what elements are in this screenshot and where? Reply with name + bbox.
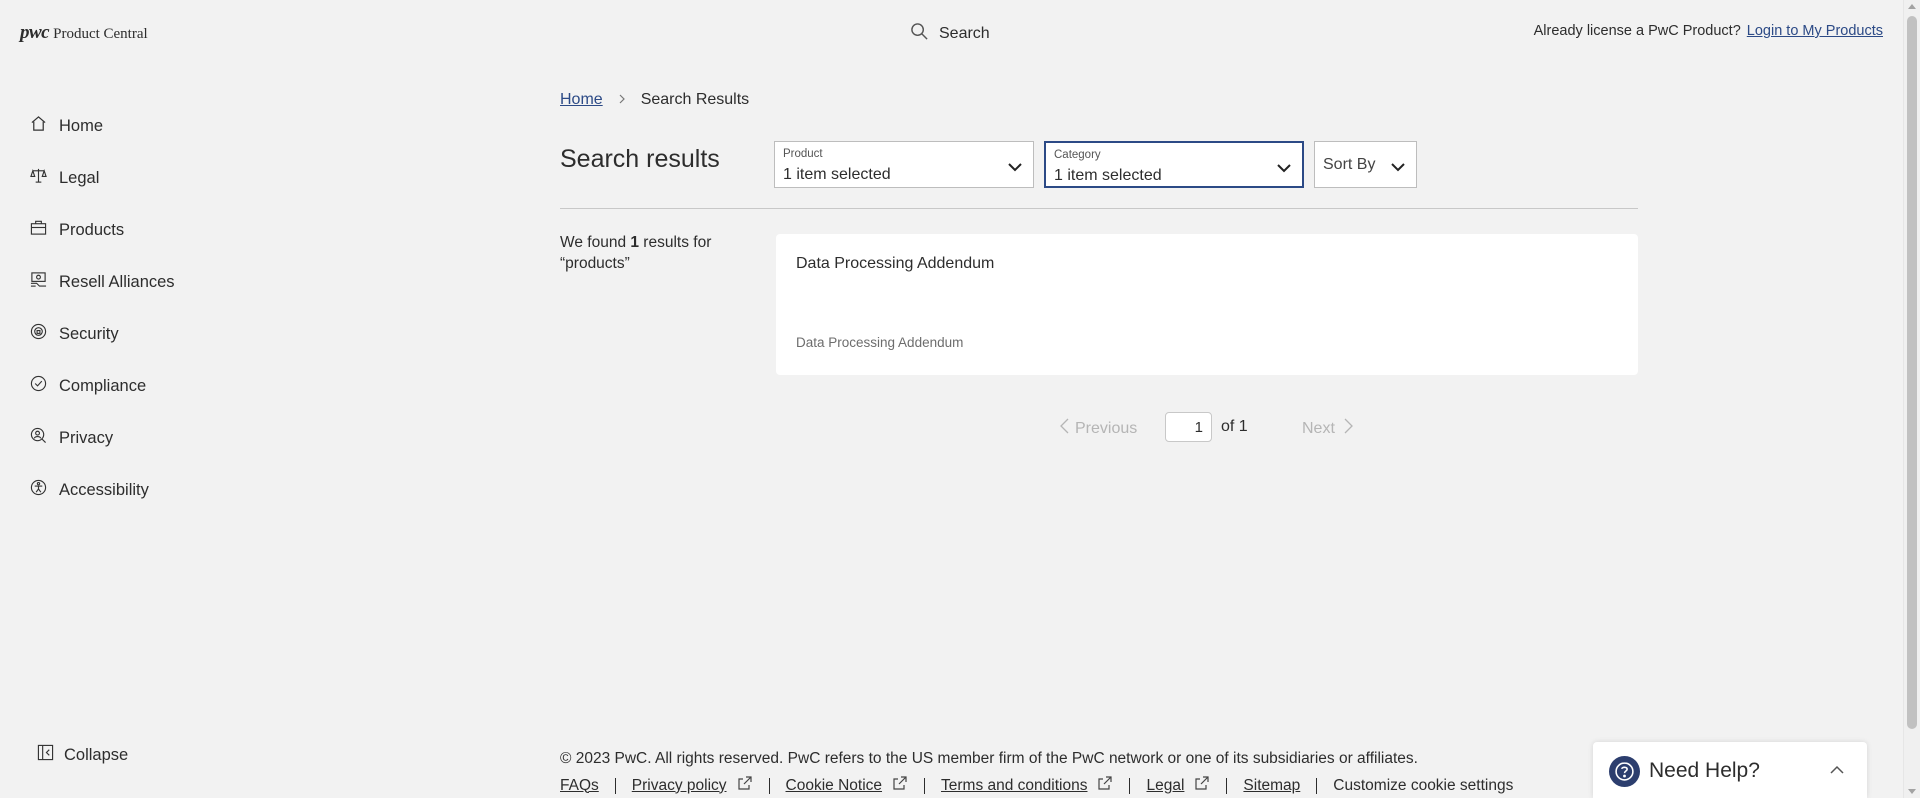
scale-icon: [30, 167, 47, 189]
footer-link-label: Cookie Notice: [785, 776, 883, 794]
page-count-label: of 1: [1221, 418, 1248, 435]
footer-link-label: Terms and conditions: [941, 776, 1088, 794]
logo-text: Product Central: [53, 26, 148, 42]
footer-separator: [768, 777, 770, 794]
login-link[interactable]: Login to My Products: [1747, 23, 1883, 39]
sidebar-item-label: Resell Alliances: [59, 272, 175, 291]
footer-link-label: Legal: [1146, 776, 1185, 794]
collapse-icon: [37, 744, 54, 766]
search-label: Search: [939, 25, 990, 42]
result-card[interactable]: Data Processing Addendum Data Processing…: [776, 234, 1638, 375]
customize-cookie-settings-button[interactable]: Customize cookie settings: [1333, 777, 1513, 795]
sidebar-item-compliance[interactable]: Compliance: [30, 360, 250, 412]
footer-link-terms[interactable]: Terms and conditions: [941, 775, 1113, 796]
sidebar-item-label: Security: [59, 324, 119, 343]
collapse-sidebar-button[interactable]: Collapse: [37, 744, 128, 766]
found-prefix: We found: [560, 234, 631, 251]
footer-link-sitemap[interactable]: Sitemap: [1243, 777, 1300, 795]
vertical-scrollbar[interactable]: [1903, 0, 1920, 798]
check-circle-icon: [30, 375, 47, 397]
footer-separator: [1129, 777, 1131, 794]
breadcrumb-home-link[interactable]: Home: [560, 91, 603, 109]
external-link-icon: [892, 775, 908, 796]
product-filter-dropdown[interactable]: Product 1 item selected: [774, 141, 1034, 188]
accessibility-icon: [30, 479, 47, 501]
found-suffix: results for: [639, 234, 712, 251]
search-icon: [910, 22, 929, 46]
category-filter-value: 1 item selected: [1054, 167, 1162, 184]
sort-by-dropdown[interactable]: Sort By: [1314, 141, 1417, 188]
search-query: “products”: [560, 255, 630, 272]
sidebar-item-label: Legal: [59, 168, 100, 187]
external-link-icon: [1097, 775, 1113, 796]
footer-separator: [614, 777, 616, 794]
scroll-up-arrow[interactable]: [1908, 4, 1916, 9]
breadcrumb-current: Search Results: [640, 91, 750, 108]
help-circle-icon: [1609, 756, 1640, 787]
sidebar-item-label: Home: [59, 116, 104, 135]
footer-link-label: Privacy policy: [631, 776, 727, 794]
logo-mark: pwc: [20, 22, 50, 43]
collapse-label: Collapse: [64, 745, 129, 764]
footer-separator: [1226, 777, 1228, 794]
category-filter-dropdown[interactable]: Category 1 item selected: [1044, 141, 1304, 188]
footer-link-privacy-policy[interactable]: Privacy policy: [632, 775, 753, 796]
sidebar-item-home[interactable]: Home: [30, 100, 250, 152]
sidebar-nav: Home Legal Products Resell Alliances Sec…: [30, 100, 250, 516]
sidebar-item-legal[interactable]: Legal: [30, 152, 250, 204]
product-filter-label: Product: [783, 148, 823, 160]
briefcase-icon: [30, 219, 47, 241]
sidebar-item-privacy[interactable]: Privacy: [30, 412, 250, 464]
footer-link-label: FAQs: [560, 776, 599, 794]
page-title: Search results: [560, 145, 720, 173]
chevron-right-icon: [617, 91, 627, 109]
next-label: Next: [1302, 419, 1335, 437]
chevron-right-icon: [1341, 418, 1355, 439]
page-number-input[interactable]: [1165, 412, 1212, 442]
scrollbar-thumb[interactable]: [1907, 16, 1917, 729]
footer-link-label: Sitemap: [1243, 776, 1301, 794]
footer-link-legal[interactable]: Legal: [1146, 775, 1210, 796]
sidebar-item-accessibility[interactable]: Accessibility: [30, 464, 250, 516]
product-filter-value: 1 item selected: [783, 166, 891, 183]
login-area: Already license a PwC Product? Login to …: [1534, 23, 1883, 39]
footer-separator: [924, 777, 926, 794]
sidebar-item-label: Privacy: [59, 428, 114, 447]
result-title[interactable]: Data Processing Addendum: [796, 255, 994, 273]
results-summary: We found 1 results for “products”: [560, 232, 730, 274]
results-divider: [560, 208, 1638, 209]
sidebar-item-label: Products: [59, 220, 125, 239]
sidebar-item-resell-alliances[interactable]: Resell Alliances: [30, 256, 250, 308]
license-prompt: Already license a PwC Product?: [1533, 23, 1741, 39]
copyright-text: © 2023 PwC. All rights reserved. PwC ref…: [560, 750, 1418, 767]
chevron-left-icon: [1058, 418, 1072, 439]
sidebar-item-label: Compliance: [59, 376, 147, 395]
pagination-next-button[interactable]: Next: [1302, 418, 1355, 439]
footer-link-faqs[interactable]: FAQs: [560, 777, 599, 795]
header-search[interactable]: Search: [910, 22, 990, 46]
category-filter-label: Category: [1054, 149, 1101, 161]
previous-label: Previous: [1075, 419, 1138, 437]
home-icon: [30, 115, 47, 137]
sidebar-item-products[interactable]: Products: [30, 204, 250, 256]
shield-icon: [30, 323, 47, 345]
handshake-icon: [30, 271, 47, 293]
sidebar-item-label: Accessibility: [59, 480, 149, 499]
sidebar-item-security[interactable]: Security: [30, 308, 250, 360]
pwc-logo[interactable]: pwc Product Central: [20, 22, 148, 44]
pagination-previous-button[interactable]: Previous: [1058, 418, 1137, 439]
breadcrumb: Home Search Results: [560, 91, 749, 109]
found-count: 1: [630, 234, 639, 251]
need-help-label: Need Help?: [1649, 759, 1760, 782]
sort-by-label: Sort By: [1323, 156, 1376, 173]
footer-separator: [1316, 777, 1318, 794]
external-link-icon: [1194, 775, 1210, 796]
need-help-widget[interactable]: Need Help?: [1593, 742, 1867, 798]
user-search-icon: [30, 427, 47, 449]
result-subtitle: Data Processing Addendum: [796, 335, 964, 350]
footer-links: FAQs Privacy policy Cookie Notice Terms …: [560, 775, 1513, 796]
external-link-icon: [737, 775, 753, 796]
scroll-down-arrow[interactable]: [1908, 789, 1916, 794]
footer-link-cookie-notice[interactable]: Cookie Notice: [786, 775, 909, 796]
